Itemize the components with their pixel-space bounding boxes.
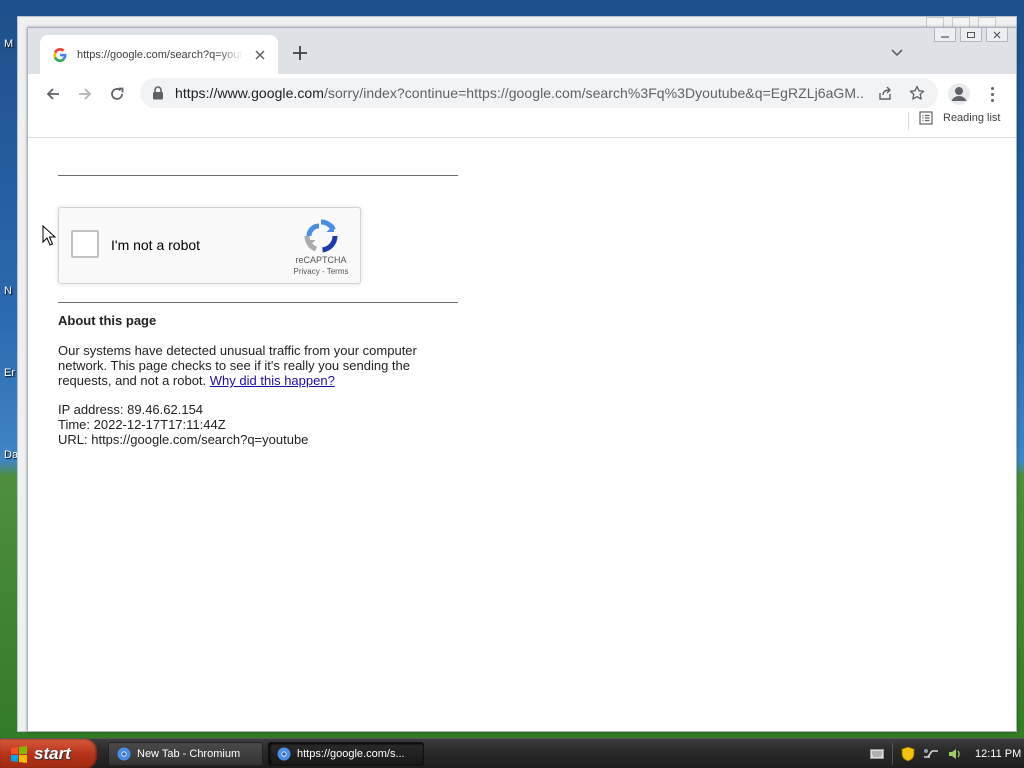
taskbar-item-new-tab[interactable]: New Tab - Chromium [108,742,263,766]
tray-separator [892,743,893,765]
back-button[interactable] [38,79,68,109]
taskbar-item-label: New Tab - Chromium [137,748,241,760]
why-did-this-happen-link[interactable]: Why did this happen? [210,373,335,388]
close-button[interactable] [986,28,1008,42]
recaptcha-privacy-link[interactable]: Privacy [294,267,320,276]
star-icon [909,85,925,100]
recaptcha-links: Privacy - Terms [285,267,357,276]
profile-button[interactable] [946,81,972,107]
recaptcha-terms-link[interactable]: Terms [327,267,349,276]
reading-list-button[interactable]: Reading list [919,111,1000,125]
avatar-icon [948,83,970,105]
new-tab-button[interactable] [290,43,310,63]
address-bar-url[interactable]: https://www.google.com/sorry/index?conti… [175,85,864,101]
menu-dot [990,86,994,90]
keyboard-icon[interactable] [870,748,884,760]
bookmarks-bar: Reading list [28,108,1016,138]
minimize-icon [941,35,949,38]
page-content: I'm not a robot reCAPTCHA Privacy - Term… [28,139,1016,731]
tab-active[interactable]: https://google.com/search?q=youtube [40,35,278,74]
recaptcha-links-separator: - [319,267,327,276]
reading-list-icon [919,111,933,125]
recaptcha-brand: reCAPTCHA [295,255,347,265]
chromium-icon [277,747,291,761]
share-icon [879,86,891,100]
close-icon [993,31,1001,38]
volume-icon[interactable] [947,747,963,761]
lock-icon[interactable] [152,86,164,100]
plus-icon [293,46,307,60]
reading-list-label: Reading list [943,112,1001,124]
recaptcha-widget: I'm not a robot reCAPTCHA Privacy - Term… [58,207,361,284]
chromium-icon [117,747,131,761]
tab-title: https://google.com/search?q=youtube [77,48,243,61]
minimize-button[interactable] [934,28,956,42]
url-host: https://www.google.com [175,85,324,101]
about-heading: About this page [58,313,157,328]
forward-button[interactable] [70,79,100,109]
taskbar-item-google[interactable]: https://google.com/s... [268,742,424,766]
clock[interactable]: 12:11 PM [975,748,1021,760]
address-bar[interactable]: https://www.google.com/sorry/index?conti… [140,78,938,108]
url-line: URL: https://google.com/search?q=youtube [58,432,309,447]
desktop-icon-label-2[interactable]: N [4,285,12,297]
taskbar: start New Tab - Chromium https://google.… [0,738,1024,768]
system-tray: 12:11 PM [864,739,1024,768]
arrow-left-icon [46,88,59,100]
network-icon[interactable] [923,747,939,761]
bookmark-star-button[interactable] [906,82,928,104]
desktop-icon-label-4[interactable]: Da [4,449,18,461]
windows-logo-icon [11,746,27,763]
google-favicon-icon [52,47,68,63]
about-description: Our systems have detected unusual traffi… [58,343,438,388]
recaptcha-logo-icon [304,219,338,253]
mouse-cursor-icon [42,225,56,246]
start-button[interactable]: start [0,739,97,768]
tab-search-button[interactable] [890,45,904,59]
menu-dot [990,92,994,96]
top-divider [58,175,458,176]
start-label: start [34,744,71,763]
time-line: Time: 2022-12-17T17:11:44Z [58,417,226,432]
browser-window: https://google.com/search?q=youtube http… [27,27,1017,732]
chevron-down-icon [891,49,903,57]
recaptcha-label[interactable]: I'm not a robot [111,237,200,253]
arrow-right-icon [79,88,92,100]
window-controls [934,28,1008,42]
ip-address-line: IP address: 89.46.62.154 [58,402,204,417]
maximize-button[interactable] [960,28,982,42]
security-shield-icon[interactable] [901,746,915,762]
share-button[interactable] [874,82,896,104]
restore-icon [967,31,975,38]
reload-icon [111,87,124,100]
desktop-icon-label-3[interactable]: Er [4,367,15,379]
desktop-icon-label-1[interactable]: M [4,38,13,50]
url-path: /sorry/index?continue=https://google.com… [323,85,864,101]
reload-button[interactable] [102,79,132,109]
tab-strip: https://google.com/search?q=youtube [28,28,1016,74]
tab-close-icon[interactable] [252,47,268,63]
menu-dot [990,98,994,102]
browser-menu-button[interactable] [984,83,1000,105]
middle-divider [58,302,458,303]
taskbar-item-label: https://google.com/s... [297,748,405,760]
bookmarks-separator [908,112,909,130]
recaptcha-checkbox[interactable] [71,230,99,258]
